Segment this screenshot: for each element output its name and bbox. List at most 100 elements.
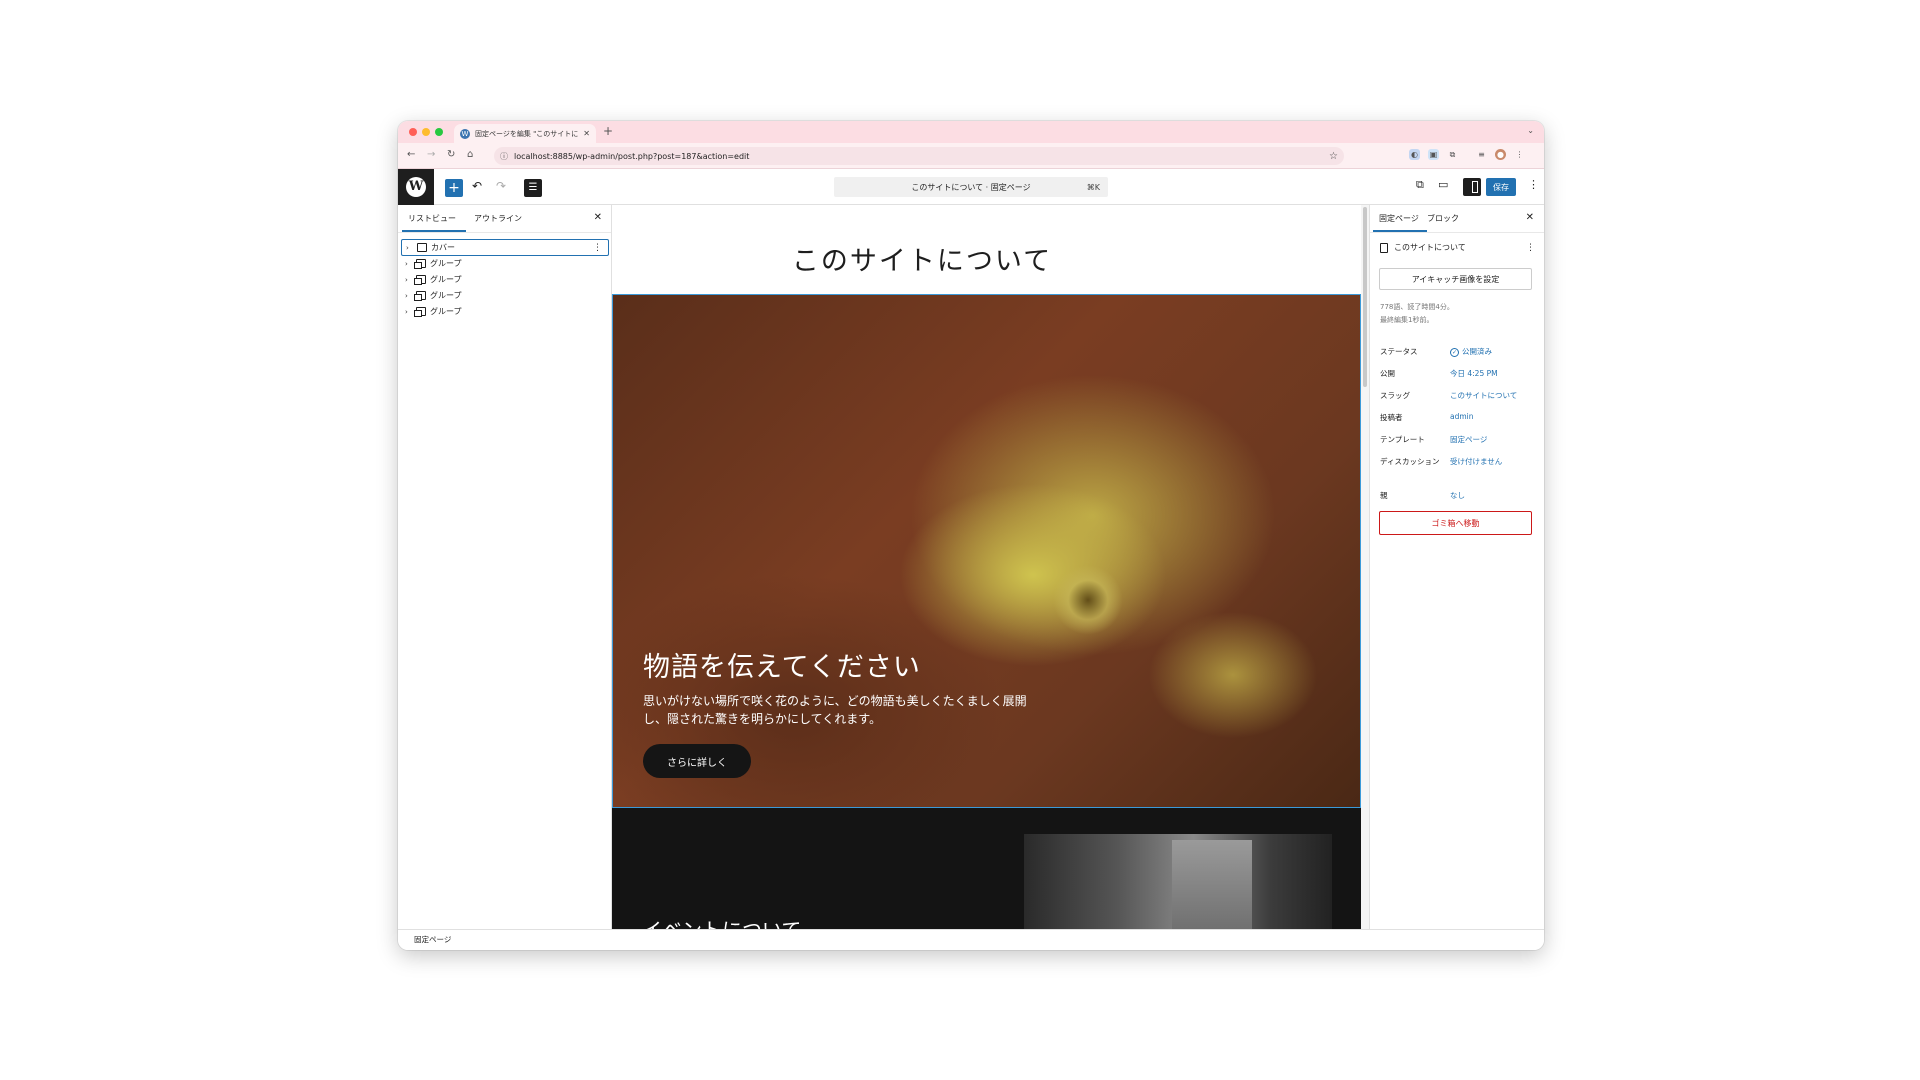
group-block-dark[interactable]: イベントについて — [612, 808, 1361, 929]
published-check-icon: ✓ — [1450, 348, 1459, 357]
parent-button[interactable]: なし — [1450, 490, 1465, 501]
browser-menu-icon[interactable]: ⋮ — [1514, 149, 1525, 160]
meta-row-parent: 親 なし — [1380, 490, 1540, 501]
extension-icon[interactable]: ▣ — [1428, 149, 1439, 160]
redo-icon[interactable]: ↷ — [496, 179, 506, 193]
url-text: localhost:8885/wp-admin/post.php?post=18… — [514, 151, 750, 161]
device-preview-icon[interactable]: ▭ — [1438, 178, 1448, 191]
canvas-scrollbar[interactable] — [1361, 205, 1369, 929]
maximize-window-button[interactable] — [435, 128, 443, 136]
view-page-external-icon[interactable]: ⧉ — [1416, 178, 1424, 192]
tab-search-chevron-icon[interactable]: ⌄ — [1527, 126, 1534, 135]
close-settings-icon[interactable]: ✕ — [1526, 212, 1534, 223]
command-shortcut: ⌘K — [1086, 182, 1100, 192]
list-item-group[interactable]: › グループ — [401, 271, 609, 288]
chevron-right-icon[interactable]: › — [405, 308, 412, 316]
back-icon[interactable]: ← — [407, 149, 415, 160]
chevron-right-icon[interactable]: › — [405, 260, 412, 268]
block-inserter-button[interactable]: + — [445, 179, 463, 197]
move-to-trash-button[interactable]: ゴミ箱へ移動 — [1379, 511, 1532, 535]
tab-list-view[interactable]: リストビュー — [402, 213, 466, 232]
status-value-button[interactable]: ✓ 公開済み — [1450, 346, 1492, 357]
author-button[interactable]: admin — [1450, 412, 1474, 423]
tab-block[interactable]: ブロック — [1427, 213, 1459, 224]
publish-date-button[interactable]: 今日 4:25 PM — [1450, 368, 1498, 379]
list-item-group[interactable]: › グループ — [401, 255, 609, 272]
close-list-view-icon[interactable]: ✕ — [594, 212, 602, 223]
cover-heading[interactable]: 物語を伝えてください — [643, 645, 921, 684]
chevron-right-icon[interactable]: › — [406, 244, 413, 252]
cover-block[interactable]: 物語を伝えてください 思いがけない場所で咲く花のように、どの物語も美しくたくまし… — [612, 294, 1361, 808]
chevron-right-icon[interactable]: › — [405, 292, 412, 300]
group-block-icon — [414, 307, 426, 317]
breadcrumb[interactable]: 固定ページ — [414, 934, 451, 945]
site-info-icon[interactable]: ⓘ — [500, 151, 508, 162]
close-window-button[interactable] — [409, 128, 417, 136]
window-controls — [409, 128, 443, 136]
tab-close-icon[interactable]: ✕ — [583, 129, 590, 138]
extensions-puzzle-icon[interactable]: ⧉ — [1447, 149, 1458, 160]
word-count-text: 778語、読了時間4分。 — [1380, 303, 1454, 311]
tab-page[interactable]: 固定ページ — [1373, 213, 1427, 232]
cover-block-icon — [417, 243, 427, 252]
forward-icon[interactable]: → — [427, 149, 435, 160]
meta-row-slug: スラッグ このサイトについて — [1380, 390, 1540, 401]
browser-window: W 固定ページを編集 "このサイトに ✕ + ⌄ ← → ↻ ⌂ ⓘ local… — [398, 121, 1544, 950]
options-menu-icon[interactable]: ⋮ — [1528, 178, 1539, 191]
group-block-icon — [414, 259, 426, 269]
document-actions-icon[interactable]: ⋮ — [1526, 243, 1535, 253]
settings-tabs: 固定ページ ブロック ✕ — [1370, 205, 1544, 233]
new-tab-icon[interactable]: + — [603, 124, 613, 138]
meta-label: テンプレート — [1380, 435, 1425, 444]
tab-outline[interactable]: アウトライン — [474, 213, 522, 224]
profile-avatar-icon[interactable]: ● — [1495, 149, 1506, 160]
media-controls-icon[interactable]: ≡ — [1476, 149, 1487, 160]
discussion-button[interactable]: 受け付けません — [1450, 456, 1502, 467]
list-item-label: グループ — [430, 291, 462, 300]
browser-tab-title: 固定ページを編集 "このサイトに — [475, 129, 579, 138]
meta-label: ディスカッション — [1380, 457, 1440, 466]
set-featured-image-button[interactable]: アイキャッチ画像を設定 — [1379, 268, 1532, 290]
settings-sidebar: 固定ページ ブロック ✕ このサイトについて ⋮ アイキャッチ画像を設定 778… — [1369, 205, 1544, 929]
meta-label: 公開 — [1380, 369, 1395, 378]
meta-label: 投稿者 — [1380, 413, 1403, 422]
meta-row-author: 投稿者 admin — [1380, 412, 1540, 423]
learn-more-button[interactable]: さらに詳しく — [643, 744, 751, 778]
list-item-group[interactable]: › グループ — [401, 287, 609, 304]
group-block-icon — [414, 275, 426, 285]
wordpress-logo-icon: W — [406, 177, 426, 197]
wordpress-logo-button[interactable]: W — [398, 169, 434, 205]
extension-icon[interactable]: ◐ — [1409, 149, 1420, 160]
settings-sidebar-toggle-button[interactable] — [1463, 178, 1481, 196]
document-title-label: このサイトについて · 固定ページ — [911, 182, 1031, 192]
list-item-label: カバー — [431, 243, 455, 252]
bookmark-star-icon[interactable]: ☆ — [1329, 151, 1338, 162]
page-title[interactable]: このサイトについて — [612, 239, 1232, 278]
command-palette-bar[interactable]: このサイトについて · 固定ページ ⌘K — [834, 177, 1108, 197]
home-icon[interactable]: ⌂ — [467, 149, 473, 160]
page-icon — [1380, 242, 1388, 253]
chevron-right-icon[interactable]: › — [405, 276, 412, 284]
flower-image — [1053, 565, 1123, 635]
template-button[interactable]: 固定ページ — [1450, 434, 1487, 445]
list-item-group[interactable]: › グループ — [401, 303, 609, 320]
slug-button[interactable]: このサイトについて — [1450, 390, 1517, 401]
browser-tab-active[interactable]: W 固定ページを編集 "このサイトに ✕ — [454, 124, 596, 143]
save-button[interactable]: 保存 — [1486, 178, 1516, 196]
document-stats: 778語、読了時間4分。 最終編集1秒前。 — [1380, 301, 1454, 327]
block-options-icon[interactable]: ⋮ — [593, 243, 608, 253]
list-item-cover[interactable]: › カバー ⋮ — [401, 239, 609, 256]
minimize-window-button[interactable] — [422, 128, 430, 136]
editor-header: W + ↶ ↷ ☰ このサイトについて · 固定ページ ⌘K ⧉ ▭ 保存 ⋮ — [398, 169, 1544, 205]
reload-icon[interactable]: ↻ — [447, 149, 455, 160]
document-overview-button[interactable]: ☰ — [524, 179, 542, 197]
cover-paragraph[interactable]: 思いがけない場所で咲く花のように、どの物語も美しくたくましく展開し、隠された驚き… — [643, 692, 1033, 728]
editor-canvas[interactable]: このサイトについて 物語を伝えてください 思いがけない場所で咲く花のように、どの… — [612, 205, 1361, 929]
ruins-image[interactable] — [1024, 834, 1332, 929]
address-bar[interactable]: ⓘ localhost:8885/wp-admin/post.php?post=… — [494, 147, 1344, 165]
list-item-label: グループ — [430, 259, 462, 268]
undo-icon[interactable]: ↶ — [472, 179, 482, 193]
scrollbar-thumb[interactable] — [1363, 207, 1367, 387]
browser-tabstrip: W 固定ページを編集 "このサイトに ✕ + ⌄ — [398, 121, 1544, 143]
events-heading[interactable]: イベントについて — [642, 914, 801, 929]
